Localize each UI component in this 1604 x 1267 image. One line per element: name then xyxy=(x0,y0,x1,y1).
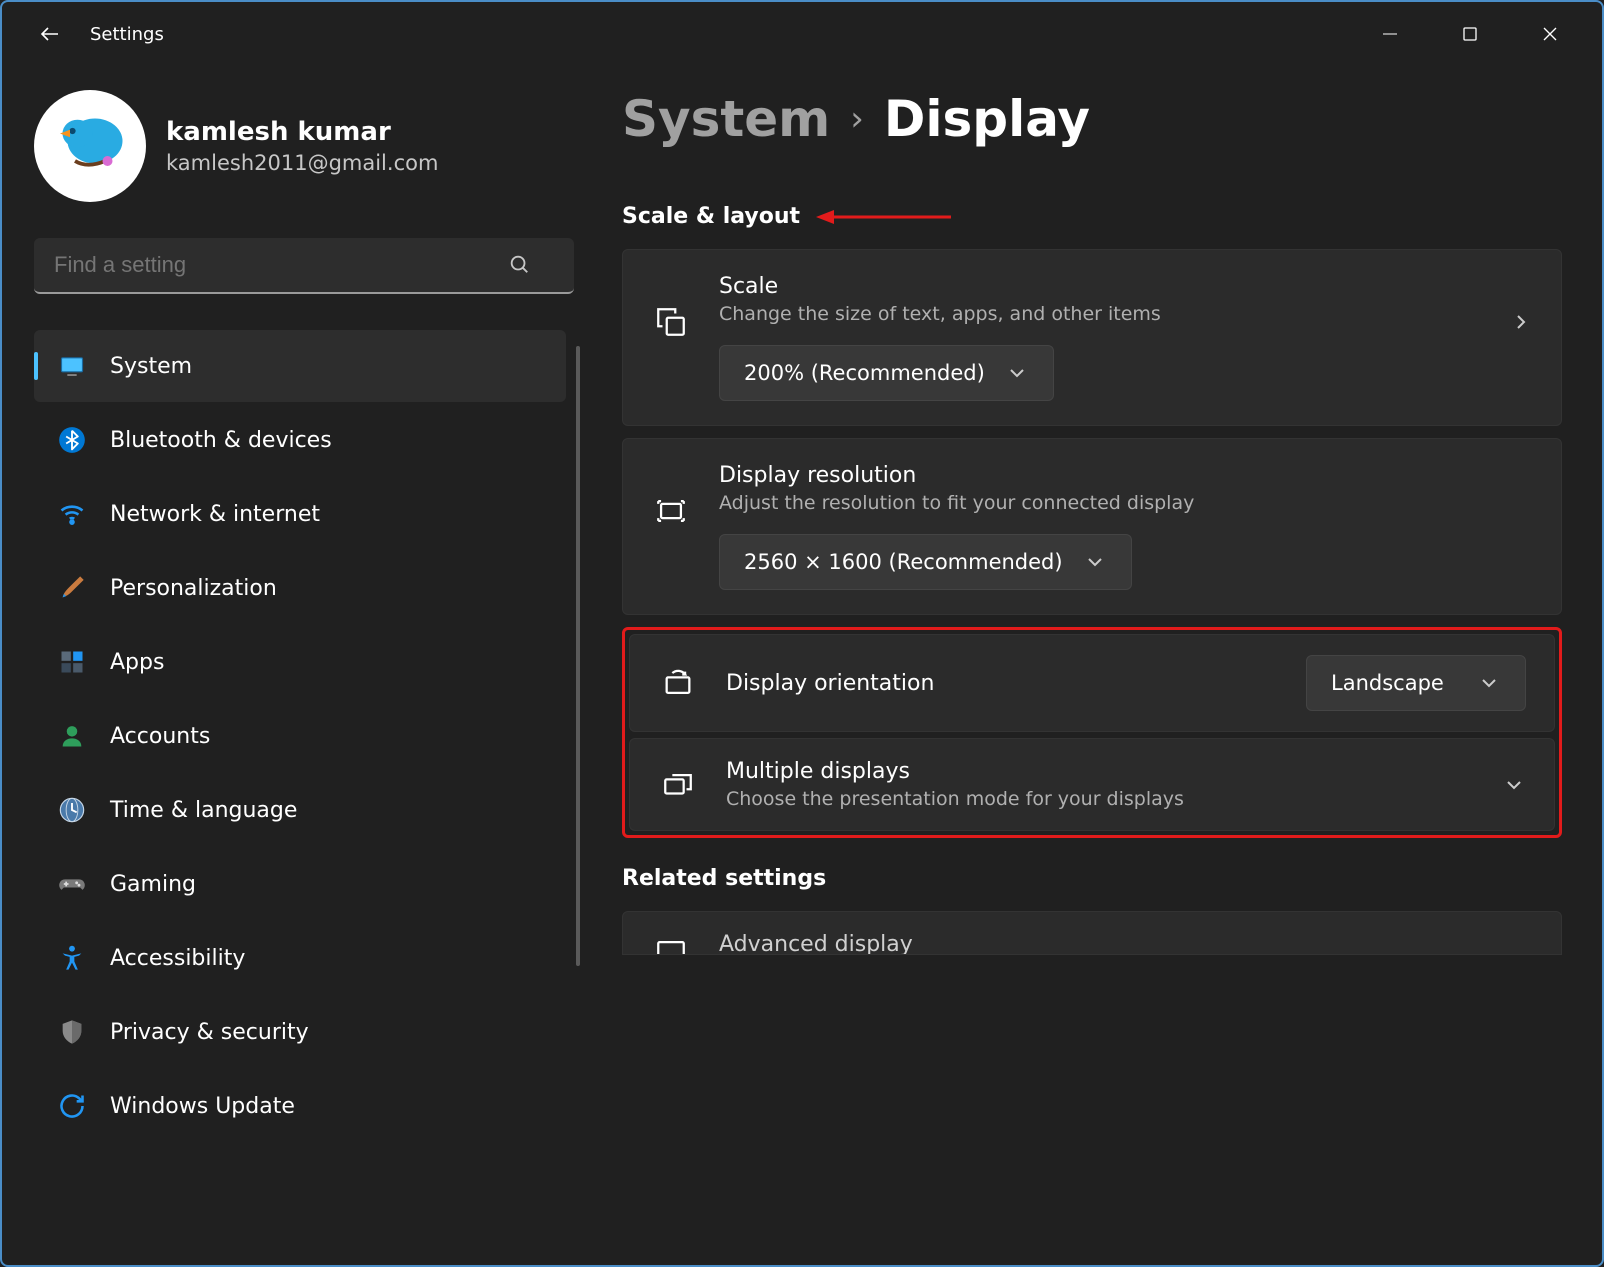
nav-label: Bluetooth & devices xyxy=(110,428,332,453)
nav-label: Personalization xyxy=(110,576,277,601)
nav-label: Accessibility xyxy=(110,946,245,971)
resolution-dropdown[interactable]: 2560 × 1600 (Recommended) xyxy=(719,534,1132,590)
bluetooth-icon xyxy=(58,426,86,454)
breadcrumb-parent[interactable]: System xyxy=(622,90,830,148)
nav-item-apps[interactable]: Apps xyxy=(34,626,566,698)
dropdown-value: Landscape xyxy=(1331,671,1444,695)
search-icon xyxy=(508,253,530,279)
card-scale[interactable]: Scale Change the size of text, apps, and… xyxy=(622,249,1562,426)
shield-icon xyxy=(58,1018,86,1046)
nav-item-privacy[interactable]: Privacy & security xyxy=(34,996,566,1068)
nav-item-personalization[interactable]: Personalization xyxy=(34,552,566,624)
nav-item-bluetooth[interactable]: Bluetooth & devices xyxy=(34,404,566,476)
search-box[interactable] xyxy=(34,238,566,294)
bird-avatar-icon xyxy=(50,106,130,186)
back-button[interactable] xyxy=(26,10,74,58)
card-subtitle: Adjust the resolution to fit your connec… xyxy=(719,492,1533,514)
search-input[interactable] xyxy=(34,238,574,294)
gamepad-icon xyxy=(58,870,86,898)
breadcrumb-current: Display xyxy=(884,90,1090,148)
content-area: System › Display Scale & layout Scale Ch… xyxy=(582,66,1602,1265)
card-multiple-displays[interactable]: Multiple displays Choose the presentatio… xyxy=(629,738,1555,831)
nav-item-gaming[interactable]: Gaming xyxy=(34,848,566,920)
nav-label: Privacy & security xyxy=(110,1020,309,1045)
accessibility-icon xyxy=(58,944,86,972)
sidebar: kamlesh kumar kamlesh2011@gmail.com Syst… xyxy=(2,66,582,1265)
nav-list: System Bluetooth & devices Network & int… xyxy=(34,330,566,1142)
maximize-button[interactable] xyxy=(1434,10,1506,58)
orientation-dropdown[interactable]: Landscape xyxy=(1306,655,1526,711)
nav-item-accessibility[interactable]: Accessibility xyxy=(34,922,566,994)
card-subtitle: Choose the presentation mode for your di… xyxy=(726,788,1474,810)
section-label: Scale & layout xyxy=(622,204,800,229)
nav-label: System xyxy=(110,354,192,379)
chevron-down-icon xyxy=(1005,361,1029,385)
minimize-button[interactable] xyxy=(1354,10,1426,58)
chevron-right-icon: › xyxy=(850,99,864,139)
paintbrush-icon xyxy=(58,574,86,602)
breadcrumb: System › Display xyxy=(622,90,1562,148)
card-title: Advanced display xyxy=(719,932,1533,955)
wifi-icon xyxy=(58,500,86,528)
scale-dropdown[interactable]: 200% (Recommended) xyxy=(719,345,1054,401)
nav-label: Network & internet xyxy=(110,502,320,527)
orientation-icon xyxy=(658,663,698,703)
clock-globe-icon xyxy=(58,796,86,824)
card-title: Multiple displays xyxy=(726,759,1474,784)
card-subtitle: Change the size of text, apps, and other… xyxy=(719,303,1481,325)
system-icon xyxy=(58,352,86,380)
dropdown-value: 2560 × 1600 (Recommended) xyxy=(744,550,1063,574)
card-advanced-display[interactable]: Advanced display xyxy=(622,911,1562,955)
card-title: Scale xyxy=(719,274,1481,299)
apps-icon xyxy=(58,648,86,676)
update-icon xyxy=(58,1092,86,1120)
chevron-down-icon xyxy=(1502,773,1526,797)
resolution-icon xyxy=(651,491,691,531)
annotation-arrow-icon xyxy=(816,207,956,227)
nav-item-update[interactable]: Windows Update xyxy=(34,1070,566,1142)
card-title: Display orientation xyxy=(726,671,1278,696)
card-orientation[interactable]: Display orientation Landscape xyxy=(629,634,1555,732)
nav-label: Windows Update xyxy=(110,1094,295,1119)
person-icon xyxy=(58,722,86,750)
nav-label: Gaming xyxy=(110,872,196,897)
advanced-display-icon xyxy=(651,932,691,955)
maximize-icon xyxy=(1461,25,1479,43)
nav-item-network[interactable]: Network & internet xyxy=(34,478,566,550)
profile-name: kamlesh kumar xyxy=(166,117,438,147)
card-resolution[interactable]: Display resolution Adjust the resolution… xyxy=(622,438,1562,615)
card-title: Display resolution xyxy=(719,463,1533,488)
close-icon xyxy=(1541,25,1559,43)
scale-icon xyxy=(651,302,691,342)
chevron-down-icon xyxy=(1083,550,1107,574)
chevron-right-icon xyxy=(1509,310,1533,334)
chevron-down-icon xyxy=(1477,671,1501,695)
avatar xyxy=(34,90,146,202)
annotation-highlight-box: Display orientation Landscape Multiple d… xyxy=(622,627,1562,838)
nav-item-system[interactable]: System xyxy=(34,330,566,402)
section-related-settings: Related settings xyxy=(622,866,1562,891)
nav-label: Apps xyxy=(110,650,164,675)
profile-email: kamlesh2011@gmail.com xyxy=(166,151,438,175)
app-title: Settings xyxy=(90,24,164,45)
dropdown-value: 200% (Recommended) xyxy=(744,361,985,385)
section-scale-layout: Scale & layout xyxy=(622,204,1562,229)
nav-label: Time & language xyxy=(110,798,297,823)
close-button[interactable] xyxy=(1514,10,1586,58)
profile-block[interactable]: kamlesh kumar kamlesh2011@gmail.com xyxy=(34,90,566,202)
nav-item-accounts[interactable]: Accounts xyxy=(34,700,566,772)
multiple-displays-icon xyxy=(658,765,698,805)
nav-label: Accounts xyxy=(110,724,210,749)
sidebar-scrollbar[interactable] xyxy=(576,346,580,966)
arrow-left-icon xyxy=(38,22,62,46)
nav-item-time[interactable]: Time & language xyxy=(34,774,566,846)
title-bar: Settings xyxy=(2,2,1602,66)
window-controls xyxy=(1354,10,1586,58)
minimize-icon xyxy=(1381,25,1399,43)
